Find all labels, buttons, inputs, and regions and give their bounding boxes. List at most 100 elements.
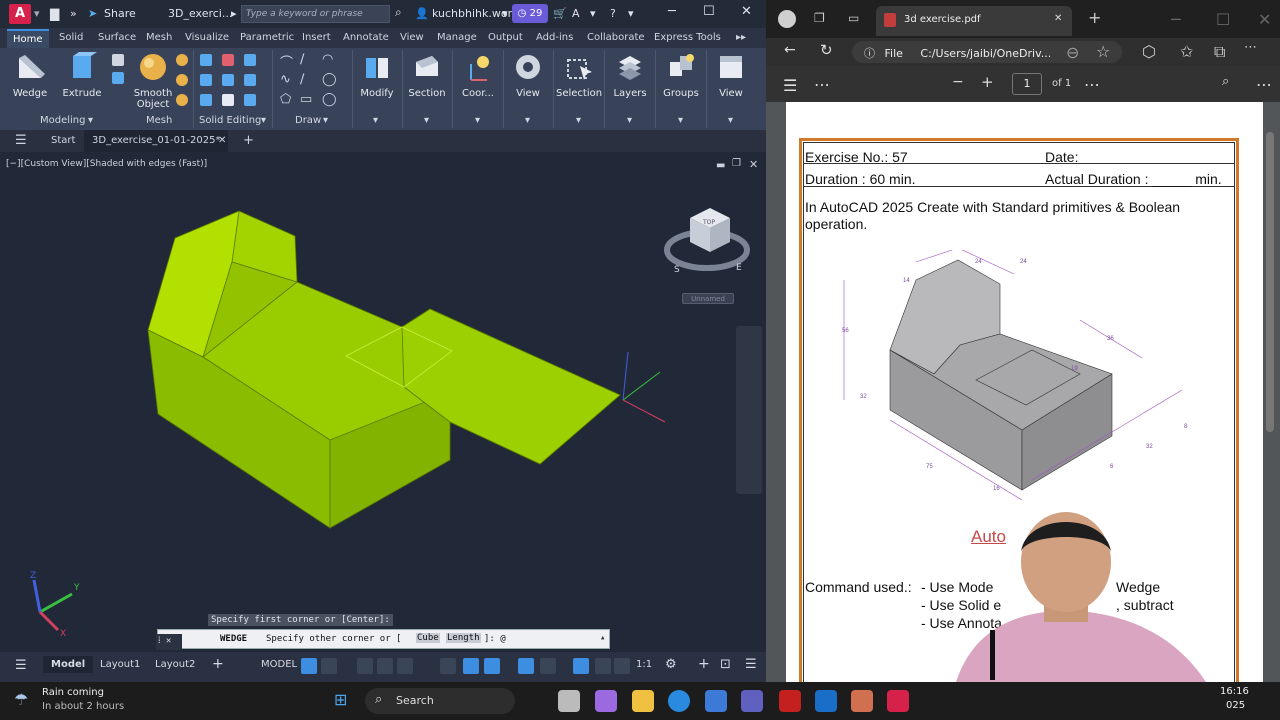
pdf-more-left-icon[interactable]: ⋯	[814, 75, 830, 94]
selection-chevron-icon[interactable]: ▾	[576, 115, 581, 126]
model-viewport[interactable]: [−][Custom View][Shaded with edges (Fast…	[0, 152, 766, 652]
arc-icon[interactable]: ◠	[322, 52, 333, 67]
tab-insert[interactable]: Insert	[302, 32, 331, 43]
shell-icon[interactable]	[222, 94, 234, 106]
back-icon[interactable]: ←	[784, 42, 796, 58]
taskbar-search[interactable]: ⌕ Search	[365, 688, 515, 714]
viewcube-icon[interactable]: TOP S E	[664, 208, 750, 275]
mesh-smooth-icon[interactable]	[176, 54, 188, 66]
3d-osnap-toggle-icon[interactable]	[540, 658, 556, 674]
autodesk-icon[interactable]: A	[572, 7, 580, 20]
share-icon[interactable]: ➤	[88, 7, 97, 20]
file-tab-start[interactable]: Start	[51, 135, 75, 146]
view-chevron-icon[interactable]: ▾	[525, 115, 530, 126]
section-chevron-icon[interactable]: ▾	[424, 115, 429, 126]
panel-draw-chevron-icon[interactable]: ▾	[323, 115, 328, 126]
polar-toggle-icon[interactable]	[377, 658, 393, 674]
edge-tab-pdf[interactable]: 3d exercise.pdf ✕	[876, 6, 1072, 36]
snap-toggle-icon[interactable]	[321, 658, 337, 674]
osnap-toggle-icon[interactable]	[463, 658, 479, 674]
info-icon[interactable]: ⓘ	[864, 47, 875, 60]
clock-time[interactable]: 16:16	[1220, 686, 1249, 697]
layers-chevron-icon[interactable]: ▾	[627, 115, 632, 126]
tab-express-tools[interactable]: Express Tools	[654, 32, 721, 43]
modify-chevron-icon[interactable]: ▾	[373, 115, 378, 126]
visual-studio-icon[interactable]	[741, 690, 763, 712]
weather-icon[interactable]: ☂	[14, 690, 28, 709]
rectangle-icon[interactable]: ▭	[300, 92, 312, 107]
workspace-gear-icon[interactable]: ⚙	[665, 657, 677, 672]
edge-minimize-button[interactable]: ─	[1171, 10, 1181, 29]
polyline-icon[interactable]: ⌒	[280, 52, 293, 71]
navigation-bar[interactable]	[736, 326, 762, 494]
imprint-icon[interactable]	[244, 74, 256, 86]
task-view-icon[interactable]	[558, 690, 580, 712]
groups-chevron-icon[interactable]: ▾	[678, 115, 683, 126]
collections-icon[interactable]: ⧉	[1214, 42, 1225, 62]
more-tools-icon[interactable]: »	[70, 7, 77, 20]
command-input[interactable]: ]: @	[484, 634, 506, 644]
refresh-icon[interactable]: ↻	[820, 41, 833, 59]
view2-button[interactable]: View	[708, 52, 754, 99]
share-button[interactable]: Share	[104, 7, 136, 20]
groups-button[interactable]: Groups	[658, 52, 704, 99]
customization-menu-icon[interactable]: ☰	[745, 657, 757, 672]
add-layout-icon[interactable]: +	[212, 656, 224, 672]
command-line[interactable]: ⁞ ✕ WEDGE Specify other corner or [ Cube…	[156, 629, 610, 650]
extensions-icon[interactable]: ⬡	[1142, 42, 1156, 61]
file-tab-close-icon[interactable]: ✕	[218, 135, 226, 146]
tab-mesh[interactable]: Mesh	[146, 32, 172, 43]
ucs-dropdown[interactable]: Unnamed	[682, 293, 734, 304]
tab-output[interactable]: Output	[488, 32, 523, 43]
store-icon[interactable]	[705, 690, 727, 712]
command-history-toggle-icon[interactable]: ▴	[600, 633, 605, 643]
intersect-icon[interactable]	[244, 54, 256, 66]
subtract-icon[interactable]	[222, 54, 234, 66]
tab-view[interactable]: View	[400, 32, 424, 43]
wedge-button[interactable]: Wedge	[7, 52, 53, 99]
ortho-toggle-icon[interactable]	[357, 658, 373, 674]
zoom-out-icon[interactable]: −	[952, 74, 964, 90]
help-icon[interactable]: ?	[610, 7, 616, 20]
command-line-close-icon[interactable]: ⁞ ✕	[156, 634, 182, 650]
ribbon-toggle-icon[interactable]: ▸▸	[736, 32, 746, 43]
layout-tab-model[interactable]: Model	[43, 656, 94, 673]
dynamic-ucs-toggle-icon[interactable]	[573, 658, 589, 674]
fillet-edge-icon[interactable]	[200, 94, 212, 106]
spline-icon[interactable]: ∿	[280, 72, 291, 87]
object-track-toggle-icon[interactable]	[440, 658, 456, 674]
workspaces-icon[interactable]: ❐	[814, 11, 825, 25]
panel-mesh[interactable]: Mesh	[146, 115, 172, 126]
polygon-icon[interactable]: ⬠	[280, 92, 291, 107]
ray-icon[interactable]: ∕	[300, 72, 304, 87]
extrude-button[interactable]: Extrude	[59, 52, 105, 99]
ellipse-icon[interactable]: ◯	[322, 92, 337, 107]
lineweight-toggle-icon[interactable]	[484, 658, 500, 674]
layout-tab-layout1[interactable]: Layout1	[100, 659, 140, 670]
panel-solid-editing[interactable]: Solid Editing	[199, 115, 261, 126]
notification-badge[interactable]: ◷ 29	[512, 4, 548, 23]
panel-solid-editing-chevron-icon[interactable]: ▾	[261, 115, 266, 126]
help-chevron-icon[interactable]: ▾	[628, 7, 634, 20]
maximize-button[interactable]: ☐	[703, 4, 715, 19]
tab-annotate[interactable]: Annotate	[343, 32, 389, 43]
modify-button[interactable]: Modify	[354, 52, 400, 99]
selection-cycling-toggle-icon[interactable]	[518, 658, 534, 674]
cylinder-icon[interactable]	[112, 72, 124, 84]
pdf-scrollbar[interactable]	[1266, 132, 1274, 432]
edge-tab-close-icon[interactable]: ✕	[1054, 13, 1062, 24]
weather-subtitle[interactable]: In about 2 hours	[42, 701, 124, 712]
favorites-bar-icon[interactable]: ✩	[1180, 42, 1193, 61]
separate-icon[interactable]	[244, 94, 256, 106]
edge-maximize-button[interactable]: ☐	[1216, 10, 1230, 29]
layout-tab-layout2[interactable]: Layout2	[155, 659, 195, 670]
favorite-icon[interactable]: ☆	[1096, 42, 1110, 61]
section-button[interactable]: Section	[404, 52, 450, 99]
model-space-toggle[interactable]: MODEL	[261, 659, 297, 670]
tab-add-ins[interactable]: Add-ins	[536, 32, 573, 43]
panel-draw[interactable]: Draw	[295, 115, 321, 126]
zoom-icon[interactable]: ⊖	[1066, 43, 1079, 62]
zoom-in-icon[interactable]: +	[981, 73, 994, 91]
profile-icon[interactable]	[778, 10, 796, 28]
page-number-input[interactable]: 1	[1012, 73, 1042, 95]
